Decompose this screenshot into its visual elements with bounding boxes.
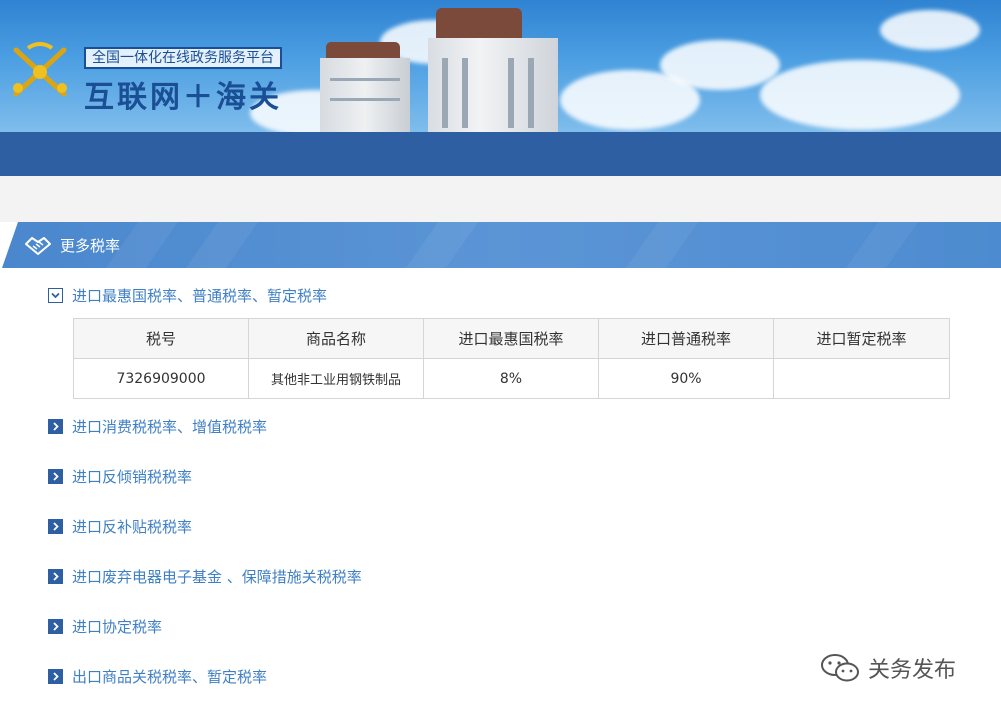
spacer-strip bbox=[0, 176, 1001, 222]
chevron-right-icon[interactable] bbox=[48, 568, 63, 584]
header-corner-icon bbox=[2, 222, 18, 268]
accordion-item-countervailing[interactable]: 进口反补贴税税率 bbox=[48, 516, 192, 536]
banner-cloud bbox=[880, 10, 980, 50]
accordion-item-consumption-vat[interactable]: 进口消费税税率、增值税税率 bbox=[48, 416, 267, 436]
accordion-label[interactable]: 进口反补贴税税率 bbox=[72, 516, 192, 537]
cell-tariff-code: 7326909000 bbox=[73, 358, 249, 399]
cell-provisional-rate bbox=[773, 358, 950, 399]
building-roof bbox=[436, 8, 522, 42]
accordion-label[interactable]: 进口最惠国税率、普通税率、暂定税率 bbox=[72, 285, 327, 306]
accordion-label[interactable]: 进口消费税税率、增值税税率 bbox=[72, 416, 267, 437]
customs-emblem-icon bbox=[8, 40, 74, 102]
building-image bbox=[428, 38, 558, 132]
section-title: 更多税率 bbox=[60, 237, 121, 255]
column-header-general-rate: 进口普通税率 bbox=[598, 318, 774, 359]
table-row: 7326909000 其他非工业用钢铁制品 8% 90% bbox=[73, 358, 950, 399]
rate-table: 税号 商品名称 进口最惠国税率 进口普通税率 进口暂定税率 7326909000… bbox=[73, 318, 950, 399]
column-header-tariff-code: 税号 bbox=[73, 318, 249, 359]
chevron-right-icon[interactable] bbox=[48, 618, 63, 634]
accordion-item-anti-dumping[interactable]: 进口反倾销税税率 bbox=[48, 466, 192, 486]
wechat-icon bbox=[821, 654, 859, 682]
brand-title: 互联网＋海关 bbox=[84, 80, 282, 115]
cell-general-rate: 90% bbox=[598, 358, 774, 399]
site-banner: 全国一体化在线政务服务平台 互联网＋海关 bbox=[0, 0, 1001, 132]
banner-cloud bbox=[760, 60, 960, 130]
accordion-label[interactable]: 进口协定税率 bbox=[72, 616, 162, 637]
accordion-label[interactable]: 进口废弃电器电子基金 、保障措施关税税率 bbox=[72, 566, 362, 587]
accordion-label[interactable]: 出口商品关税税率、暂定税率 bbox=[72, 666, 267, 687]
nav-bar bbox=[0, 132, 1001, 176]
building-image bbox=[320, 58, 410, 132]
banner-cloud bbox=[660, 40, 780, 90]
accordion-item-weee-safeguard[interactable]: 进口废弃电器电子基金 、保障措施关税税率 bbox=[48, 566, 362, 586]
watermark-text: 关务发布 bbox=[868, 658, 957, 683]
accordion-label[interactable]: 进口反倾销税税率 bbox=[72, 466, 192, 487]
column-header-mfn-rate: 进口最惠国税率 bbox=[423, 318, 599, 359]
accordion-item-export-rates[interactable]: 出口商品关税税率、暂定税率 bbox=[48, 666, 267, 686]
platform-label: 全国一体化在线政务服务平台 bbox=[84, 47, 282, 69]
cell-mfn-rate: 8% bbox=[423, 358, 599, 399]
chevron-down-icon[interactable] bbox=[48, 287, 63, 303]
chevron-right-icon[interactable] bbox=[48, 518, 63, 534]
accordion-item-mfn-rates[interactable]: 进口最惠国税率、普通税率、暂定税率 bbox=[48, 285, 327, 305]
chevron-right-icon[interactable] bbox=[48, 418, 63, 434]
chevron-right-icon[interactable] bbox=[48, 468, 63, 484]
cell-product-name: 其他非工业用钢铁制品 bbox=[248, 358, 424, 399]
accordion-item-agreement-rates[interactable]: 进口协定税率 bbox=[48, 616, 162, 636]
column-header-provisional-rate: 进口暂定税率 bbox=[773, 318, 950, 359]
section-header: 更多税率 bbox=[2, 222, 1001, 268]
handshake-icon bbox=[24, 234, 52, 256]
chevron-right-icon[interactable] bbox=[48, 668, 63, 684]
table-header-row: 税号 商品名称 进口最惠国税率 进口普通税率 进口暂定税率 bbox=[73, 318, 950, 359]
column-header-product-name: 商品名称 bbox=[248, 318, 424, 359]
watermark: 关务发布 bbox=[820, 650, 956, 686]
